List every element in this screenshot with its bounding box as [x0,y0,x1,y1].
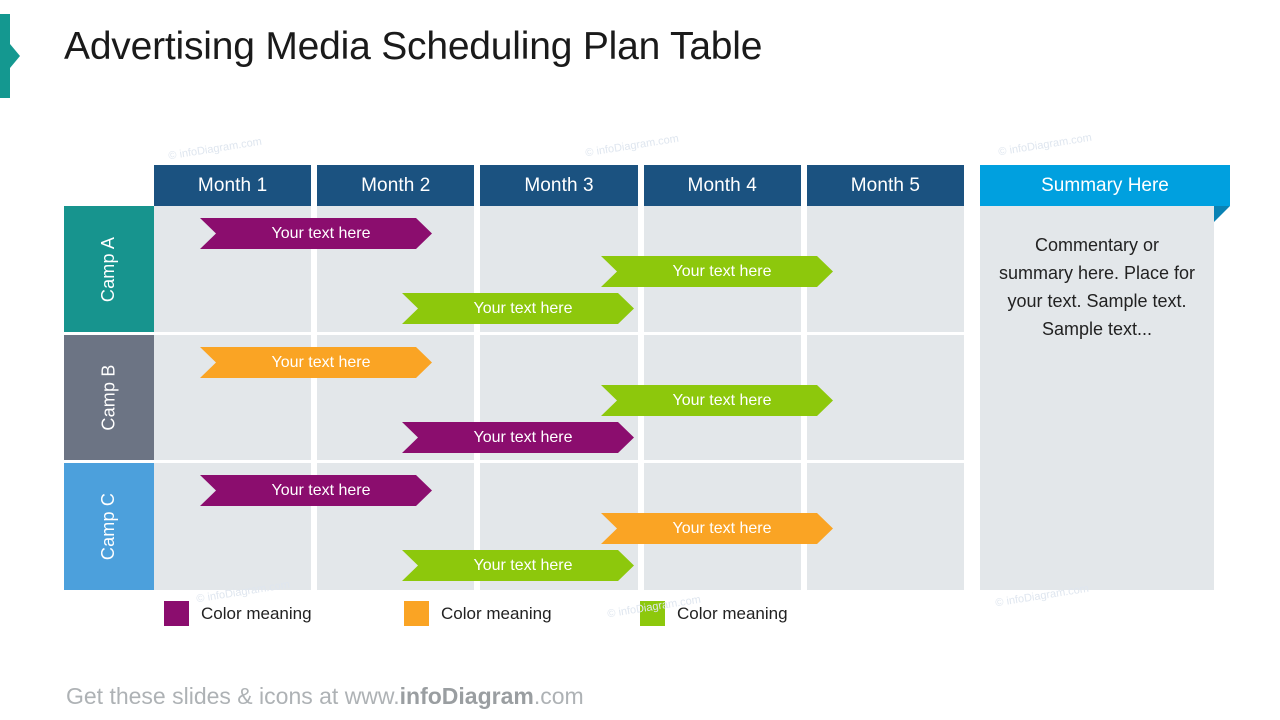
month-header-4: Month 4 [643,165,801,206]
schedule-bar[interactable]: Your text here [601,513,833,544]
campaign-row-label-text: Camp A [98,236,119,302]
month-header-row: Month 1 Month 2 Month 3 Month 4 Month 5 [154,165,965,206]
schedule-bar[interactable]: Your text here [601,385,833,416]
month-header-1: Month 1 [154,165,312,206]
schedule-cell-r1-c4[interactable] [806,335,965,460]
footer-brand: infoDiagram [399,683,534,709]
schedule-bar[interactable]: Your text here [601,256,833,287]
legend-label-1: Color meaning [441,603,552,623]
campaign-row-label-2: Camp C [64,463,154,590]
summary-body-text: Commentary or summary here. Place for yo… [980,206,1214,590]
legend-item-1: Color meaning [404,601,552,626]
footer-suffix: .com [533,683,584,709]
campaign-row-label-text: Camp C [98,492,119,561]
schedule-table: Month 1 Month 2 Month 3 Month 4 Month 5 Camp… [64,165,965,590]
campaign-row-label-1: Camp B [64,335,154,460]
page-title: Advertising Media Scheduling Plan Table [64,25,763,68]
summary-banner: Summary Here [980,165,1230,206]
schedule-grid [154,206,965,590]
summary-panel: Summary Here Commentary or summary here.… [980,165,1230,590]
schedule-bar[interactable]: Your text here [402,550,634,581]
legend-label-0: Color meaning [201,603,312,623]
campaign-row-label-text: Camp B [98,364,119,431]
campaign-row-labels: Camp A Camp B Camp C [64,206,154,590]
legend: Color meaning Color meaning Color meaning [164,601,864,629]
title-accent-bar [0,14,10,98]
watermark: © infoDiagram.com [584,132,680,160]
footer-note: Get these slides & icons at www.infoDiag… [66,683,584,710]
schedule-bar[interactable]: Your text here [402,293,634,324]
schedule-bar[interactable]: Your text here [200,218,432,249]
schedule-bar[interactable]: Your text here [200,347,432,378]
schedule-bar[interactable]: Your text here [200,475,432,506]
watermark: © infoDiagram.com [167,135,263,163]
month-header-3: Month 3 [480,165,638,206]
campaign-row-label-0: Camp A [64,206,154,332]
legend-swatch-1 [404,601,429,626]
schedule-bar[interactable]: Your text here [402,422,634,453]
title-accent-arrow-icon [10,44,20,68]
month-header-5: Month 5 [806,165,965,206]
legend-item-0: Color meaning [164,601,312,626]
month-header-2: Month 2 [317,165,475,206]
footer-prefix: Get these slides & icons at www. [66,683,400,709]
watermark: © infoDiagram.com [997,131,1093,159]
legend-swatch-0 [164,601,189,626]
